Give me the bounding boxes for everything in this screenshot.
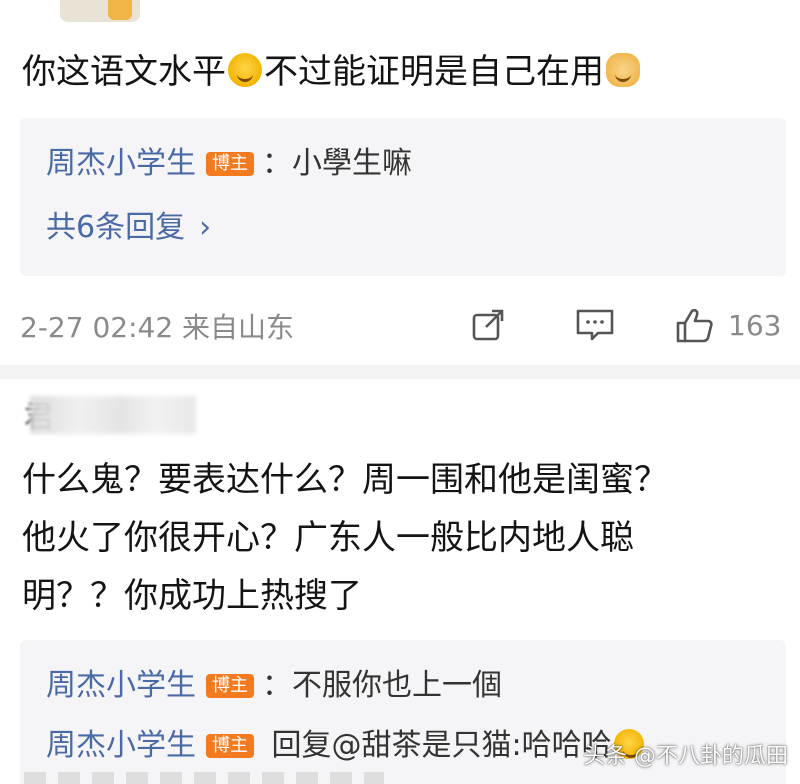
comment-body-line: 明？？你成功上热搜了 — [22, 576, 362, 616]
reply-text: ：小學生嘛 — [262, 146, 412, 181]
reply-text: ：不服你也上一個 — [262, 668, 502, 703]
laughing-crying-emoji-icon — [228, 53, 262, 87]
comment-text-part: 不过能证明是自己在用 — [264, 52, 604, 92]
comment-body: 你这语文水平 不过能证明是自己在用 — [22, 44, 642, 100]
blogger-badge: 博主 — [206, 674, 254, 698]
comment-text-part: 你这语文水平 — [22, 52, 226, 92]
cropped-text-line — [24, 772, 384, 784]
like-count: 163 — [728, 308, 782, 342]
blogger-badge: 博主 — [206, 734, 254, 758]
like-button[interactable]: 163 — [674, 304, 781, 346]
reply-author-link[interactable]: 周杰小学生 — [46, 668, 196, 703]
blurred-username — [30, 396, 196, 434]
view-all-replies-link[interactable]: 共6条回复 — [46, 210, 185, 245]
comment-body-line: 什么鬼？要表达什么？周一围和他是闺蜜？ — [22, 460, 668, 500]
dog-face-emoji-icon — [606, 53, 640, 87]
comment-icon — [576, 309, 614, 341]
comment-meta-row: 2-27 02:42 来自山东 163 — [20, 300, 790, 350]
reply-author-link[interactable]: 周杰小学生 — [46, 728, 196, 763]
reply-preview-box[interactable]: 周杰小学生 博主 ：小學生嘛 共6条回复 › — [20, 118, 786, 276]
comment-button[interactable] — [574, 304, 616, 346]
avatar-badge — [108, 0, 132, 20]
comment-divider — [0, 365, 800, 379]
comment-timestamp: 2-27 02:42 来自山东 — [20, 311, 295, 344]
reply-text: 回复@甜茶是只猫:哈哈哈 — [262, 728, 612, 763]
blogger-badge: 博主 — [206, 152, 254, 176]
chevron-right-icon: › — [199, 210, 212, 245]
repost-icon — [472, 309, 504, 341]
repost-button[interactable] — [468, 304, 508, 346]
thumbs-up-icon — [676, 308, 713, 343]
watermark: 头条 @不八卦的瓜田 — [583, 744, 788, 769]
comment-body-line: 他火了你很开心？广东人一般比内地人聪 — [22, 518, 634, 558]
reply-author-link[interactable]: 周杰小学生 — [46, 146, 196, 181]
